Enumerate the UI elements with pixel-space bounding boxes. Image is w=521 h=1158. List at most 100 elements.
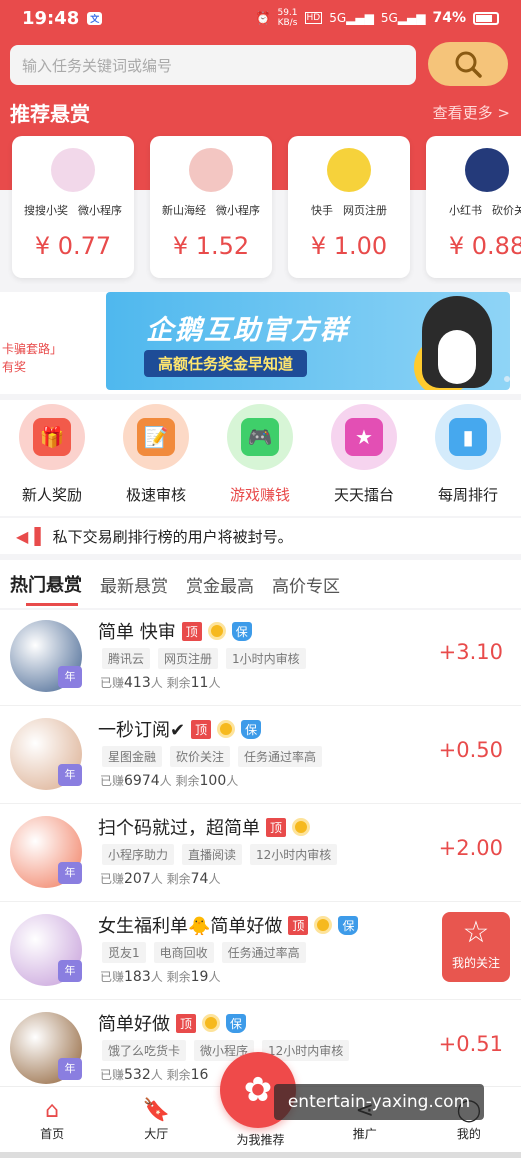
- coin-badge-icon: [217, 720, 236, 738]
- recommend-card[interactable]: 小红书 砍价关 ¥ 0.88: [426, 136, 521, 278]
- quick-icon-circle: ▮: [435, 404, 501, 470]
- earned-count: 532: [124, 1067, 151, 1083]
- guarantee-badge: 保: [241, 719, 262, 739]
- hd-icon: HD: [304, 12, 323, 24]
- guarantee-badge: 保: [226, 1013, 247, 1033]
- task-tag: 饿了么吃货卡: [102, 1040, 187, 1061]
- nav-1[interactable]: ⌂ 首页: [0, 1087, 104, 1158]
- see-more-link[interactable]: 查看更多 >: [433, 102, 510, 123]
- watermark: entertain-yaxing.com: [274, 1084, 484, 1120]
- app-screen: 19:48 文 ⏰ 59.1 KB/s HD 5G▂▄▆ 5G▂▄▆ 74% 输入…: [0, 0, 521, 1158]
- quick-icon-glyph: 📝: [137, 418, 175, 456]
- nav-label: 大厅: [144, 1127, 169, 1141]
- battery-percent: 74%: [432, 10, 466, 26]
- task-row[interactable]: 年一秒订阅✔ 顶保星图金融 砍价关注 任务通过率高 已赚6974人 剩余100人 +0.5…: [0, 708, 521, 804]
- left-label: 剩余: [166, 872, 191, 886]
- task-stats: 已赚183人 剩余19人: [100, 968, 220, 985]
- nav-label: 为我推荐: [236, 1133, 285, 1147]
- tab-4[interactable]: 高价专区: [272, 572, 340, 597]
- status-time: 19:48: [22, 7, 80, 29]
- top-badge: 顶: [288, 915, 309, 935]
- nav-label: 我的: [456, 1127, 481, 1141]
- quick-icon-label: 极速审核: [125, 486, 186, 504]
- speaker-icon: ◀▐: [16, 526, 41, 546]
- earned-count: 6974: [124, 773, 160, 789]
- quick-icon-1[interactable]: 🎁 新人奖励: [0, 400, 104, 516]
- task-reward: +0.51: [438, 1032, 503, 1056]
- banner-prev-peek[interactable]: 卡骗套路」 有奖: [0, 340, 62, 376]
- recommend-card[interactable]: 搜搜小奖 微小程序 ¥ 0.77: [12, 136, 134, 278]
- top-badge: 顶: [191, 719, 212, 739]
- year-badge: 年: [58, 862, 82, 884]
- left-count: 100: [199, 773, 227, 789]
- earned-count: 207: [124, 871, 151, 887]
- quick-icon-4[interactable]: ★ 天天擂台: [312, 400, 416, 516]
- quick-icon-glyph: ▮: [449, 418, 487, 456]
- banner-side-text-1: 卡骗套路」: [2, 342, 63, 356]
- left-count: 16: [190, 1067, 209, 1083]
- card-tags: 快手 网页注册: [288, 202, 410, 218]
- card-tag: 砍价关: [492, 204, 521, 217]
- task-title: 简单 快审: [98, 622, 176, 643]
- quick-icon-circle: ★: [331, 404, 397, 470]
- task-row[interactable]: 年扫个码就过，超简单顶小程序助力 直播阅读 12小时内审核 已赚207人 剩余74人 +…: [0, 806, 521, 902]
- speed-value: 59.1: [277, 8, 298, 18]
- my-follow-label: 我的关注: [451, 956, 500, 970]
- year-badge: 年: [58, 1058, 82, 1080]
- card-tag: 快手: [311, 204, 333, 217]
- net-label-2: 5G: [380, 11, 398, 25]
- recommend-card[interactable]: 新山海经 微小程序 ¥ 1.52: [150, 136, 272, 278]
- nav-2[interactable]: 🔖 大厅: [104, 1087, 208, 1158]
- task-stats: 已赚413人 剩余11人: [100, 674, 220, 691]
- earned-label: 已赚: [100, 1068, 125, 1082]
- quick-icon-circle: 📝: [123, 404, 189, 470]
- home-icon: ⌂: [45, 1098, 60, 1123]
- task-title-row: 简单好做顶 保: [98, 1010, 247, 1036]
- left-count: 74: [190, 871, 209, 887]
- search-input[interactable]: 输入任务关键词或编号: [10, 45, 416, 85]
- task-tags: 小程序助力 直播阅读 12小时内审核: [102, 844, 338, 865]
- left-unit: 人: [208, 676, 221, 690]
- tab-3[interactable]: 赏金最高: [186, 572, 254, 597]
- card-tag: 新山海经: [162, 204, 206, 217]
- left-count: 11: [190, 675, 209, 691]
- task-tags: 腾讯云 网页注册 1小时内审核: [102, 648, 306, 669]
- my-follow-button[interactable]: ☆ 我的关注: [442, 912, 510, 982]
- quick-icon-3[interactable]: 🎮 游戏赚钱: [208, 400, 312, 516]
- earned-label: 已赚: [100, 774, 125, 788]
- nav-label: 首页: [40, 1127, 65, 1141]
- tab-1[interactable]: 热门悬赏: [10, 571, 82, 606]
- search-button[interactable]: [428, 42, 508, 86]
- banner-area: 卡骗套路」 有奖 企鹅互助官方群 高额任务奖金早知道: [0, 292, 521, 394]
- earned-count: 183: [124, 969, 151, 985]
- quick-icon-2[interactable]: 📝 极速审核: [104, 400, 208, 516]
- left-unit: 人: [226, 774, 239, 788]
- task-title-row: 一秒订阅✔ 顶 保: [98, 716, 262, 742]
- task-tag: 电商回收: [153, 942, 214, 963]
- card-tags: 搜搜小奖 微小程序: [12, 202, 134, 218]
- task-stats: 已赚6974人 剩余100人: [100, 772, 238, 789]
- quick-icon-glyph: 🎮: [241, 418, 279, 456]
- recommend-card[interactable]: 快手 网页注册 ¥ 1.00: [288, 136, 410, 278]
- earned-unit: 人: [159, 774, 172, 788]
- tab-2[interactable]: 最新悬赏: [100, 572, 168, 597]
- quick-icon-label: 新人奖励: [21, 486, 82, 504]
- sim-icon: 文: [87, 11, 103, 25]
- top-badge: 顶: [176, 1013, 197, 1033]
- card-tag: 搜搜小奖: [24, 204, 68, 217]
- coin-badge-icon: [202, 1014, 221, 1032]
- quick-icon-label: 每周排行: [437, 486, 498, 504]
- earned-unit: 人: [150, 872, 163, 886]
- year-badge: 年: [58, 960, 82, 982]
- promo-banner[interactable]: 企鹅互助官方群 高额任务奖金早知道: [106, 292, 510, 390]
- quick-icon-5[interactable]: ▮ 每周排行: [416, 400, 520, 516]
- quick-icon-glyph: 🎁: [33, 418, 71, 456]
- guarantee-badge: 保: [231, 621, 252, 641]
- quick-icon-circle: 🎮: [227, 404, 293, 470]
- net-label-1: 5G: [329, 11, 347, 25]
- notice-bar: ◀▐ 私下交易刷排行榜的用户将被封号。: [0, 518, 521, 554]
- task-tag: 小程序助力: [102, 844, 175, 865]
- card-price: ¥ 1.52: [172, 232, 250, 260]
- network-speed: 59.1 KB/s: [277, 8, 297, 28]
- task-row[interactable]: 年简单 快审顶保腾讯云 网页注册 1小时内审核 已赚413人 剩余11人 +3.10: [0, 610, 521, 706]
